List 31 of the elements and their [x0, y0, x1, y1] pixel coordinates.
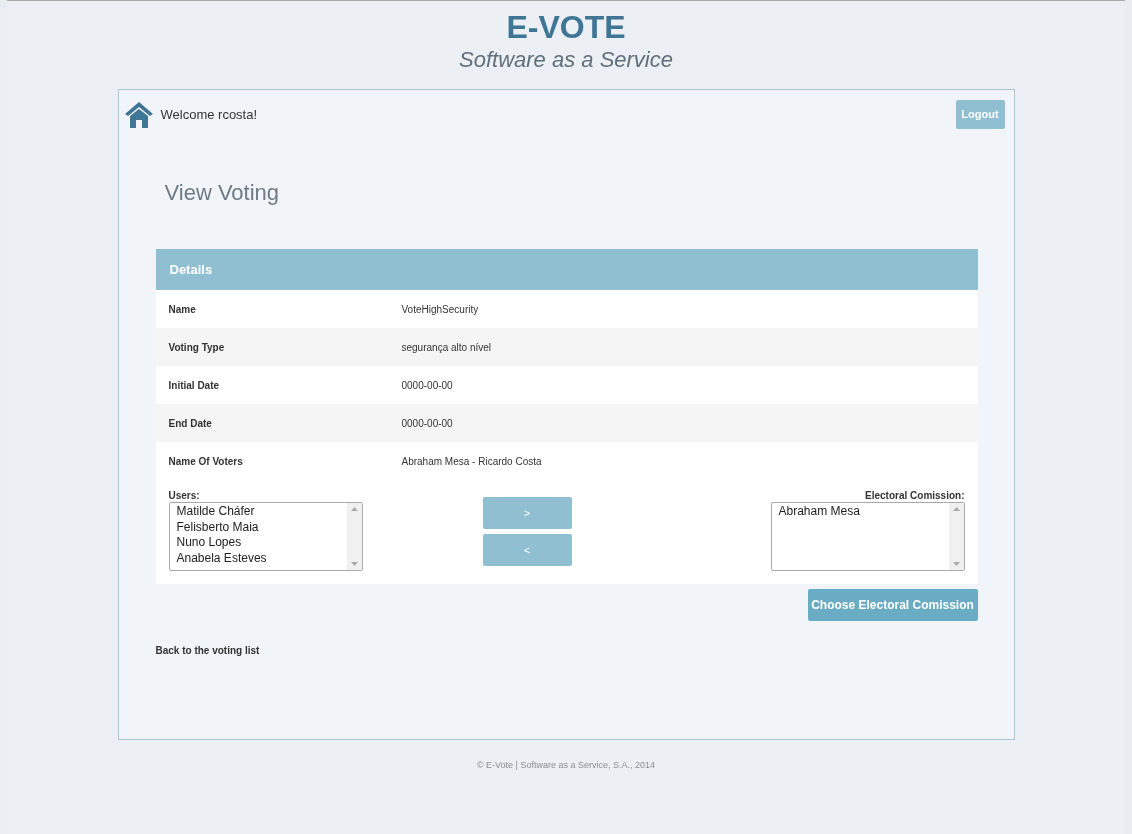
detail-label: End Date: [167, 416, 213, 431]
detail-value: segurança alto nível: [401, 340, 491, 355]
scroll-up-icon[interactable]: [350, 507, 358, 511]
users-label: Users:: [168, 490, 201, 502]
list-option[interactable]: Matilde Cháfer: [176, 504, 255, 520]
commission-listbox[interactable]: Abraham Mesa: [770, 502, 965, 571]
detail-value: 0000-00-00: [401, 378, 453, 393]
detail-label: Name: [167, 302, 197, 317]
list-option[interactable]: Anabela Esteves: [176, 550, 267, 566]
list-option[interactable]: Felisberto Maia: [176, 519, 259, 535]
welcome-text: Welcome rcosta!: [160, 105, 258, 124]
commission-label: Electoral Comission:: [865, 490, 965, 502]
detail-label: Name Of Voters: [167, 454, 244, 469]
scroll-up-icon[interactable]: [952, 507, 960, 511]
back-link[interactable]: Back to the voting list: [155, 643, 260, 658]
site-title: E-VOTE: [506, 9, 626, 45]
home-icon[interactable]: [123, 101, 154, 128]
details-header: Details: [155, 249, 978, 290]
detail-value: VoteHighSecurity: [401, 302, 479, 317]
list-option[interactable]: Abraham Mesa: [778, 504, 860, 520]
users-listbox[interactable]: Matilde Cháfer Felisberto Maia Nuno Lopes Anabela Esteves: [168, 502, 363, 571]
list-option[interactable]: Nuno Lopes: [176, 535, 242, 551]
detail-value: 0000-00-00: [401, 416, 453, 431]
footer-text: © E-Vote | Software as a Service, S.A., 2014: [476, 759, 656, 772]
site-subtitle: Software as a Service: [459, 46, 673, 74]
detail-label: Voting Type: [167, 340, 226, 355]
scroll-down-icon[interactable]: [350, 562, 358, 566]
page-title: View Voting: [164, 179, 281, 207]
detail-label: Initial Date: [167, 378, 221, 393]
detail-value: Abraham Mesa - Ricardo Costa: [401, 454, 542, 469]
scroll-down-icon[interactable]: [952, 562, 960, 566]
